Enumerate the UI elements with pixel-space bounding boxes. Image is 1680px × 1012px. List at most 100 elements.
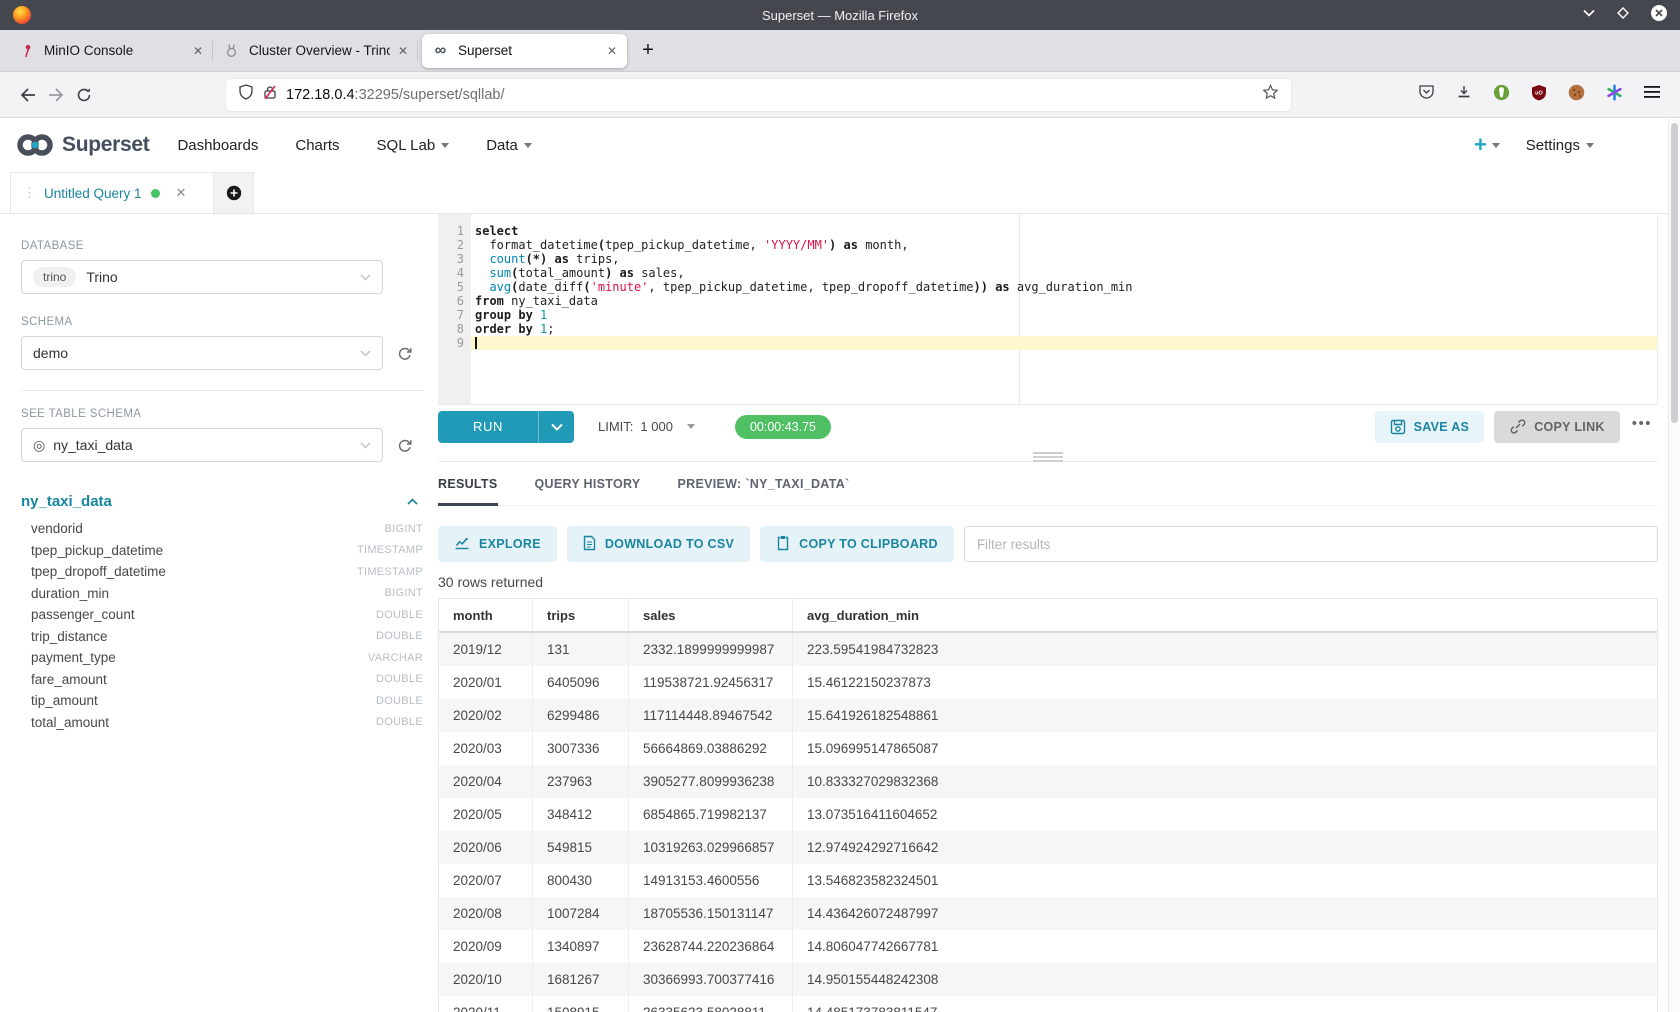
plus-circle-icon (226, 185, 242, 201)
table-cell: 1007284 (533, 897, 629, 930)
privacy-badger-icon[interactable] (1493, 84, 1510, 106)
table-cell: 1340897 (533, 930, 629, 963)
scrollbar-thumb[interactable] (1671, 123, 1678, 423)
settings-menu[interactable]: Settings (1526, 137, 1594, 154)
results-tab-query-history[interactable]: QUERY HISTORY (535, 462, 641, 505)
column-header-month[interactable]: month (439, 599, 533, 631)
nav-item-dashboards[interactable]: Dashboards (177, 137, 258, 154)
download-to-csv-button[interactable]: DOWNLOAD TO CSV (567, 526, 750, 562)
database-value: Trino (86, 269, 117, 285)
table-cell: 223.59541984732823 (793, 633, 1657, 666)
copy-link-button[interactable]: COPY LINK (1494, 411, 1620, 443)
browser-tabs: MinIO Console✕Cluster Overview - Trino✕∞… (8, 30, 631, 72)
table-cell: 549815 (533, 831, 629, 864)
save-as-button[interactable]: SAVE AS (1375, 411, 1485, 443)
table-cell: 2020/06 (439, 831, 533, 864)
chevron-down-icon (360, 344, 371, 362)
tab-close-icon[interactable]: ✕ (193, 44, 203, 58)
insecure-lock-icon[interactable] (263, 85, 277, 105)
superset-logo[interactable]: Superset (16, 132, 149, 158)
schema-column-row: fare_amountDOUBLE (21, 669, 424, 691)
floppy-disk-icon (1390, 419, 1406, 435)
column-header-trips[interactable]: trips (533, 599, 629, 631)
column-header-avg_duration_min[interactable]: avg_duration_min (793, 599, 1657, 631)
window-close-icon[interactable] (1650, 4, 1668, 27)
limit-dropdown[interactable]: LIMIT: 1 000 (598, 419, 695, 434)
spark-extension-icon[interactable] (1606, 84, 1623, 106)
column-type: DOUBLE (376, 716, 423, 728)
text-cursor (475, 337, 477, 349)
collapse-chevron-up-icon[interactable] (407, 492, 418, 510)
trino-favicon (223, 42, 240, 59)
bookmark-star-icon[interactable] (1262, 84, 1279, 105)
refresh-schema-icon[interactable] (396, 345, 413, 362)
column-header-sales[interactable]: sales (629, 599, 793, 631)
database-select[interactable]: trino Trino (21, 260, 383, 294)
code-line: avg(date_diff('minute', tpep_pickup_date… (471, 280, 1657, 294)
query-status-dot (151, 189, 160, 198)
table-cell: 2020/09 (439, 930, 533, 963)
page-scrollbar[interactable] (1668, 119, 1680, 1012)
code-line: group by 1 (471, 308, 1657, 322)
refresh-table-icon[interactable] (396, 437, 413, 454)
browser-tab[interactable]: Cluster Overview - Trino✕ (213, 30, 418, 72)
column-name: tip_amount (31, 693, 98, 708)
explore-button[interactable]: EXPLORE (438, 526, 557, 562)
schema-select[interactable]: demo (21, 336, 383, 370)
table-cell: 14.806047742667781 (793, 930, 1657, 963)
table-value: ny_taxi_data (53, 437, 132, 453)
code-line: order by 1; (471, 322, 1657, 336)
new-item-button[interactable]: + (1474, 132, 1500, 158)
nav-item-sql-lab[interactable]: SQL Lab (377, 137, 450, 154)
tab-close-icon[interactable]: ✕ (607, 44, 617, 58)
query-tab-close-icon[interactable]: ✕ (176, 185, 187, 201)
sql-editor[interactable]: 123456789 select format_datetime(tpep_pi… (438, 214, 1658, 404)
run-button[interactable]: RUN (438, 411, 574, 443)
window-maximize-icon[interactable] (1616, 6, 1630, 25)
browser-tab[interactable]: MinIO Console✕ (8, 30, 213, 72)
pane-resize-handle[interactable] (438, 448, 1658, 462)
run-options-chevron-icon[interactable] (538, 411, 574, 443)
grip-icon (1033, 452, 1063, 464)
table-select[interactable]: ◎ ny_taxi_data (21, 428, 383, 462)
table-row: 2020/03300733656664869.0388629215.096995… (439, 732, 1657, 765)
forward-icon[interactable] (42, 81, 70, 109)
code-line (471, 336, 1657, 350)
results-tab-results[interactable]: RESULTS (438, 462, 498, 505)
hamburger-menu-icon[interactable] (1644, 85, 1660, 104)
column-name: passenger_count (31, 607, 135, 622)
ublock-icon[interactable]: uO (1531, 84, 1547, 106)
new-tab-button[interactable]: + (631, 34, 665, 68)
back-icon[interactable] (14, 81, 42, 109)
tab-close-icon[interactable]: ✕ (398, 44, 408, 58)
table-schema-title[interactable]: ny_taxi_data (21, 493, 112, 510)
cookie-extension-icon[interactable] (1568, 84, 1585, 106)
add-query-tab-button[interactable] (214, 172, 254, 213)
editor-code[interactable]: select format_datetime(tpep_pickup_datet… (471, 214, 1657, 404)
downloads-icon[interactable] (1456, 84, 1472, 105)
window-minimize-icon[interactable] (1582, 6, 1596, 24)
column-type: VARCHAR (368, 652, 423, 664)
reload-icon[interactable] (70, 81, 98, 109)
query-tab[interactable]: ⋮ Untitled Query 1 ✕ (10, 172, 214, 213)
copy-to-clipboard-button[interactable]: COPY TO CLIPBOARD (760, 526, 954, 562)
table-cell: 12.974924292716642 (793, 831, 1657, 864)
url-bar[interactable]: 172.18.0.4:32295/superset/sqllab/ (226, 79, 1291, 111)
pocket-icon[interactable] (1418, 84, 1435, 105)
results-table-body: 2019/121312332.1899999999987223.59541984… (439, 633, 1657, 1012)
more-options-button[interactable]: ••• (1630, 415, 1658, 438)
schema-column-row: total_amountDOUBLE (21, 712, 424, 734)
browser-tab[interactable]: ∞Superset✕ (422, 34, 627, 68)
nav-item-charts[interactable]: Charts (295, 137, 339, 154)
results-tab-preview[interactable]: PREVIEW: `NY_TAXI_DATA` (678, 462, 850, 505)
chevron-down-icon (524, 143, 532, 148)
drag-handle-icon[interactable]: ⋮ (23, 185, 35, 201)
filter-results-input[interactable] (964, 526, 1658, 562)
table-cell: 6405096 (533, 666, 629, 699)
window-title: Superset — Mozilla Firefox (0, 8, 1680, 23)
code-line: select (471, 224, 1657, 238)
table-row: 2020/10168126730366993.70037741614.95015… (439, 963, 1657, 996)
nav-item-data[interactable]: Data (486, 137, 532, 154)
shield-icon[interactable] (238, 84, 254, 105)
column-type: TIMESTAMP (357, 566, 423, 578)
